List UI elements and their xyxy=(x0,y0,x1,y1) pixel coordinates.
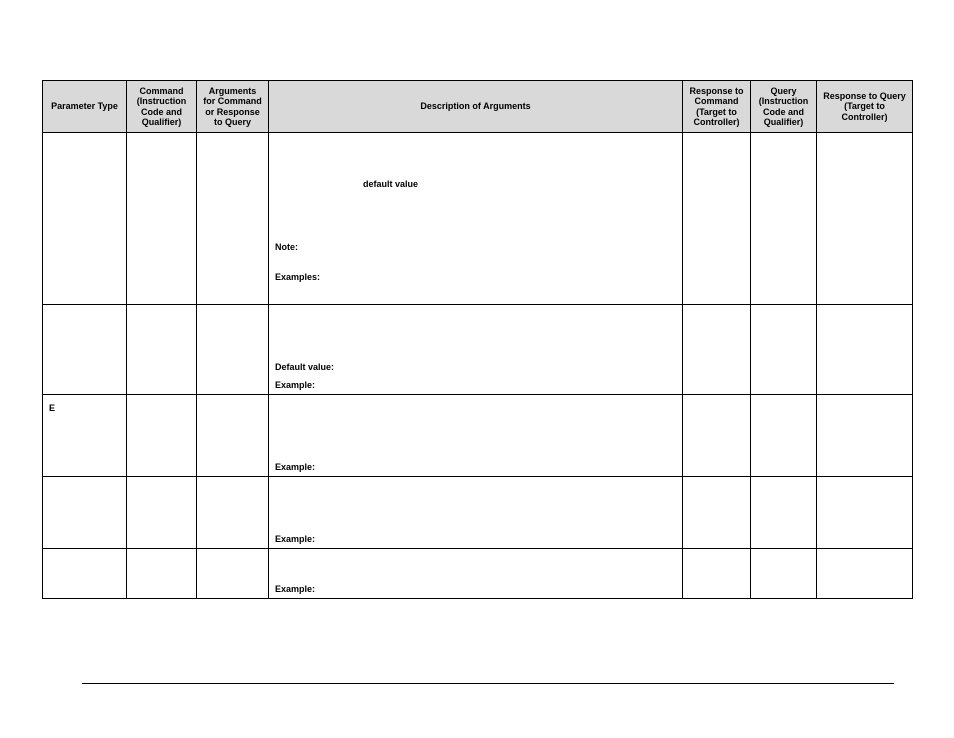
col-command: Command (Instruction Code and Qualifier) xyxy=(127,81,197,133)
example-label: Example: xyxy=(275,584,676,594)
footer-rule xyxy=(82,683,894,684)
cell-response-query xyxy=(817,395,913,477)
cell-response-command xyxy=(683,549,751,599)
cell-parameter-type xyxy=(43,477,127,549)
cell-response-command xyxy=(683,395,751,477)
cell-parameter-type: E xyxy=(43,395,127,477)
cell-response-command xyxy=(683,133,751,305)
cell-response-query xyxy=(817,305,913,395)
cell-arguments xyxy=(197,305,269,395)
table-row: Example: xyxy=(43,477,913,549)
cell-query xyxy=(751,395,817,477)
table-row: Example: xyxy=(43,549,913,599)
cell-command xyxy=(127,549,197,599)
cell-query xyxy=(751,133,817,305)
col-description: Description of Arguments xyxy=(269,81,683,133)
cell-response-query xyxy=(817,477,913,549)
cell-arguments xyxy=(197,395,269,477)
cell-query xyxy=(751,305,817,395)
col-arguments: Arguments for Command or Response to Que… xyxy=(197,81,269,133)
command-arguments-table: Parameter Type Command (Instruction Code… xyxy=(42,80,913,599)
cell-parameter-type xyxy=(43,133,127,305)
table-row: default value Note: Examples: xyxy=(43,133,913,305)
cell-parameter-type xyxy=(43,305,127,395)
table-row: Default value: Example: xyxy=(43,305,913,395)
cell-response-query xyxy=(817,133,913,305)
cell-command xyxy=(127,395,197,477)
default-value-label: Default value: xyxy=(275,362,676,372)
cell-query xyxy=(751,549,817,599)
col-response-to-command: Response to Command (Target to Controlle… xyxy=(683,81,751,133)
cell-description: Default value: Example: xyxy=(269,305,683,395)
cell-arguments xyxy=(197,133,269,305)
cell-description: Example: xyxy=(269,477,683,549)
cell-description: Example: xyxy=(269,549,683,599)
note-label: Note: xyxy=(275,242,676,252)
table-row: E Example: xyxy=(43,395,913,477)
col-parameter-type: Parameter Type xyxy=(43,81,127,133)
cell-parameter-type xyxy=(43,549,127,599)
cell-description: default value Note: Examples: xyxy=(269,133,683,305)
cell-response-query xyxy=(817,549,913,599)
examples-label: Examples: xyxy=(275,272,676,282)
example-label: Example: xyxy=(275,380,676,390)
cell-command xyxy=(127,477,197,549)
example-label: Example: xyxy=(275,462,676,472)
document-page: Parameter Type Command (Instruction Code… xyxy=(0,0,954,738)
default-value-line: default value xyxy=(363,179,418,189)
col-response-to-query: Response to Query (Target to Controller) xyxy=(817,81,913,133)
cell-command xyxy=(127,305,197,395)
table-header-row: Parameter Type Command (Instruction Code… xyxy=(43,81,913,133)
cell-arguments xyxy=(197,477,269,549)
col-query: Query (Instruction Code and Qualifier) xyxy=(751,81,817,133)
cell-query xyxy=(751,477,817,549)
cell-arguments xyxy=(197,549,269,599)
cell-description: Example: xyxy=(269,395,683,477)
example-label: Example: xyxy=(275,534,676,544)
cell-response-command xyxy=(683,477,751,549)
cell-command xyxy=(127,133,197,305)
cell-response-command xyxy=(683,305,751,395)
